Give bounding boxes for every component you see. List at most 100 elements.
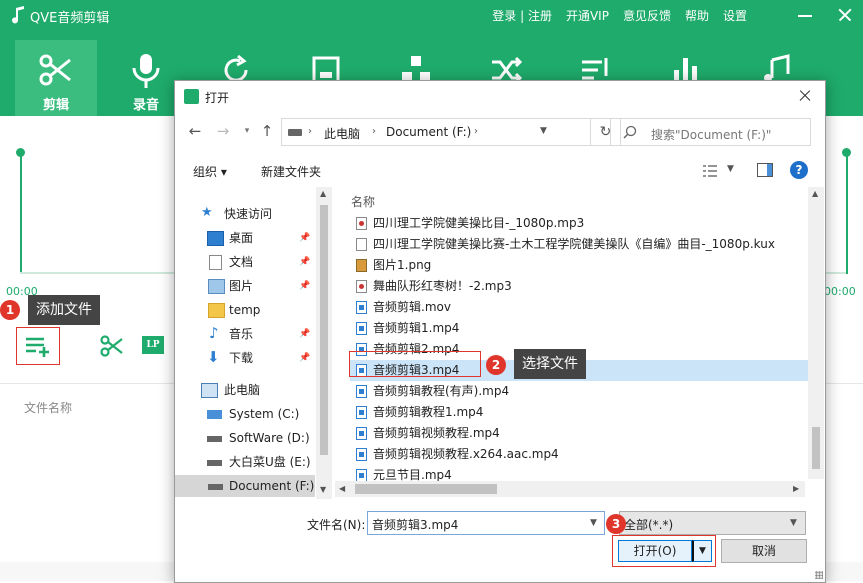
scissors-icon[interactable] [100, 335, 124, 357]
help-link[interactable]: 帮助 [685, 7, 709, 24]
preview-pane-icon[interactable] [757, 163, 773, 177]
file-row[interactable]: 四川理工学院健美操比目-_1080p.mp3 [350, 213, 813, 234]
search-placeholder: 搜索"Document (F:)" [651, 128, 772, 142]
file-scroll-thumb[interactable] [812, 427, 820, 469]
file-name: 音频剪辑教程1.mp4 [373, 405, 484, 419]
file-name: 四川理工学院健美操比目-_1080p.mp3 [373, 216, 585, 230]
pin-icon[interactable]: 📌 [299, 281, 310, 291]
cancel-button[interactable]: 取消 [721, 539, 807, 563]
file-row[interactable]: 音频剪辑视频教程.x264.aac.mp4 [350, 444, 813, 465]
start-marker-handle[interactable] [16, 148, 25, 157]
file-scrollbar[interactable]: ▲ [808, 187, 824, 479]
pin-icon[interactable]: 📌 [299, 233, 310, 243]
breadcrumb-document-f[interactable]: Document (F:) [386, 125, 471, 139]
start-marker[interactable] [20, 152, 22, 274]
sort-chevron-up-icon[interactable]: ⌃ [707, 187, 715, 194]
app-title: QVE音频剪辑 [30, 11, 110, 26]
back-arrow-icon[interactable]: ← [185, 121, 205, 141]
drive-icon [207, 436, 222, 442]
address-dropdown-icon[interactable]: ▼ [540, 126, 547, 136]
desktop-icon [207, 231, 224, 246]
vip-link[interactable]: 开通VIP [566, 7, 609, 24]
scroll-left-icon[interactable]: ◀ [339, 484, 345, 493]
mp4-file-icon [356, 406, 367, 419]
address-bar[interactable]: › 此电脑 › Document (F:) › ▼ [281, 118, 591, 146]
scroll-up-icon[interactable]: ▲ [320, 189, 326, 198]
document-icon [209, 255, 222, 270]
scroll-right-icon[interactable]: ▶ [793, 484, 799, 493]
file-type-value: 全部(*.*) [624, 518, 674, 532]
file-row[interactable]: 舞曲队形红枣树！-2.mp3 [350, 276, 813, 297]
forward-arrow-icon[interactable]: → [213, 121, 233, 141]
breadcrumb-this-pc[interactable]: 此电脑 [324, 125, 360, 142]
view-dropdown-icon[interactable]: ▼ [727, 164, 734, 174]
file-row[interactable]: 四川理工学院健美操比赛-土木工程学院健美操队《自编》曲目-_1080p.kux [350, 234, 813, 255]
feedback-link[interactable]: 意见反馈 [623, 7, 671, 24]
view-options-icon[interactable] [702, 164, 718, 178]
column-header-name[interactable]: 名称 [351, 193, 375, 210]
dialog-title: 打开 [205, 91, 230, 105]
close-window-icon[interactable] [835, 5, 855, 25]
callout-tip-add-file: 添加文件 [28, 295, 100, 325]
search-icon [623, 125, 637, 139]
file-name: 音频剪辑教程(有声).mp4 [373, 384, 510, 398]
nav-drive-f[interactable]: Document (F:) [175, 475, 315, 497]
new-folder-button[interactable]: 新建文件夹 [261, 163, 321, 180]
up-arrow-icon[interactable]: ↑ [257, 121, 277, 141]
add-file-button[interactable] [16, 327, 60, 365]
nav-scroll-thumb[interactable] [320, 205, 328, 455]
drive-icon [207, 460, 222, 466]
top-menu: 登录 | 注册 开通VIP 意见反馈 帮助 设置 [492, 7, 747, 24]
music-file-icon [184, 89, 199, 104]
lp-icon[interactable]: LP [142, 336, 164, 354]
file-row[interactable]: 音频剪辑视频教程.mp4 [350, 423, 813, 444]
microphone-icon [132, 54, 160, 88]
file-row[interactable]: 图片1.png [350, 255, 813, 276]
navigation-row: ← → ▾ ↑ › 此电脑 › Document (F:) › ▼ ↻ 搜索"D… [175, 117, 825, 147]
file-row[interactable]: 音频剪辑教程1.mp4 [350, 402, 813, 423]
file-type-dropdown-icon[interactable]: ▼ [790, 518, 797, 528]
file-list: ⌃ 名称 四川理工学院健美操比目-_1080p.mp3 四川理工学院健美操比赛-土… [335, 187, 813, 499]
mp4-file-icon [356, 322, 367, 335]
file-row[interactable]: 音频剪辑1.mp4 [350, 318, 813, 339]
file-row[interactable]: 音频剪辑教程(有声).mp4 [350, 381, 813, 402]
mp4-file-icon [356, 385, 367, 398]
open-button[interactable]: 打开(O) [618, 540, 692, 562]
scroll-up-icon[interactable]: ▲ [812, 189, 818, 198]
file-row[interactable]: 音频剪辑.mov [350, 297, 813, 318]
file-type-select[interactable]: 全部(*.*) ▼ [619, 511, 806, 535]
recent-dropdown-icon[interactable]: ▾ [237, 121, 257, 141]
chevron-right-icon[interactable]: › [308, 126, 312, 137]
search-input[interactable]: 搜索"Document (F:)" [610, 118, 811, 146]
help-icon[interactable]: ? [790, 161, 808, 179]
drive-icon [208, 484, 223, 490]
end-marker-handle[interactable] [842, 148, 851, 157]
open-dropdown-icon[interactable]: ▼ [692, 540, 712, 562]
login-register-link[interactable]: 登录 | 注册 [492, 7, 552, 24]
filename-input[interactable]: 音频剪辑3.mp4 ▼ [367, 511, 605, 535]
pin-icon[interactable]: 📌 [299, 329, 310, 339]
organize-menu[interactable]: 组织 ▾ [193, 163, 227, 180]
doc-file-icon [356, 238, 367, 251]
mp3-file-icon [356, 217, 367, 230]
mp4-file-icon [356, 427, 367, 440]
chevron-right-icon[interactable]: › [372, 126, 376, 137]
tab-cut[interactable]: 剪辑 [15, 40, 97, 116]
scroll-down-icon[interactable]: ▼ [320, 485, 326, 494]
minimize-icon[interactable] [795, 5, 815, 25]
file-name: 图片1.png [373, 258, 432, 272]
file-name: 音频剪辑.mov [373, 300, 451, 314]
filename-dropdown-icon[interactable]: ▼ [590, 518, 597, 528]
nav-scrollbar[interactable]: ▲ ▼ [316, 187, 332, 499]
pin-icon[interactable]: 📌 [299, 353, 310, 363]
download-icon: ⬇ [207, 348, 220, 366]
settings-link[interactable]: 设置 [723, 7, 747, 24]
dialog-close-icon[interactable] [795, 86, 815, 106]
resize-grip-icon[interactable] [815, 571, 823, 579]
chevron-right-icon[interactable]: › [474, 126, 478, 137]
mp4-file-icon [356, 448, 367, 461]
horizontal-scrollbar[interactable]: ◀ ▶ [335, 481, 805, 497]
horizontal-scroll-thumb[interactable] [355, 484, 497, 494]
end-marker[interactable] [846, 152, 848, 274]
pin-icon[interactable]: 📌 [299, 257, 310, 267]
